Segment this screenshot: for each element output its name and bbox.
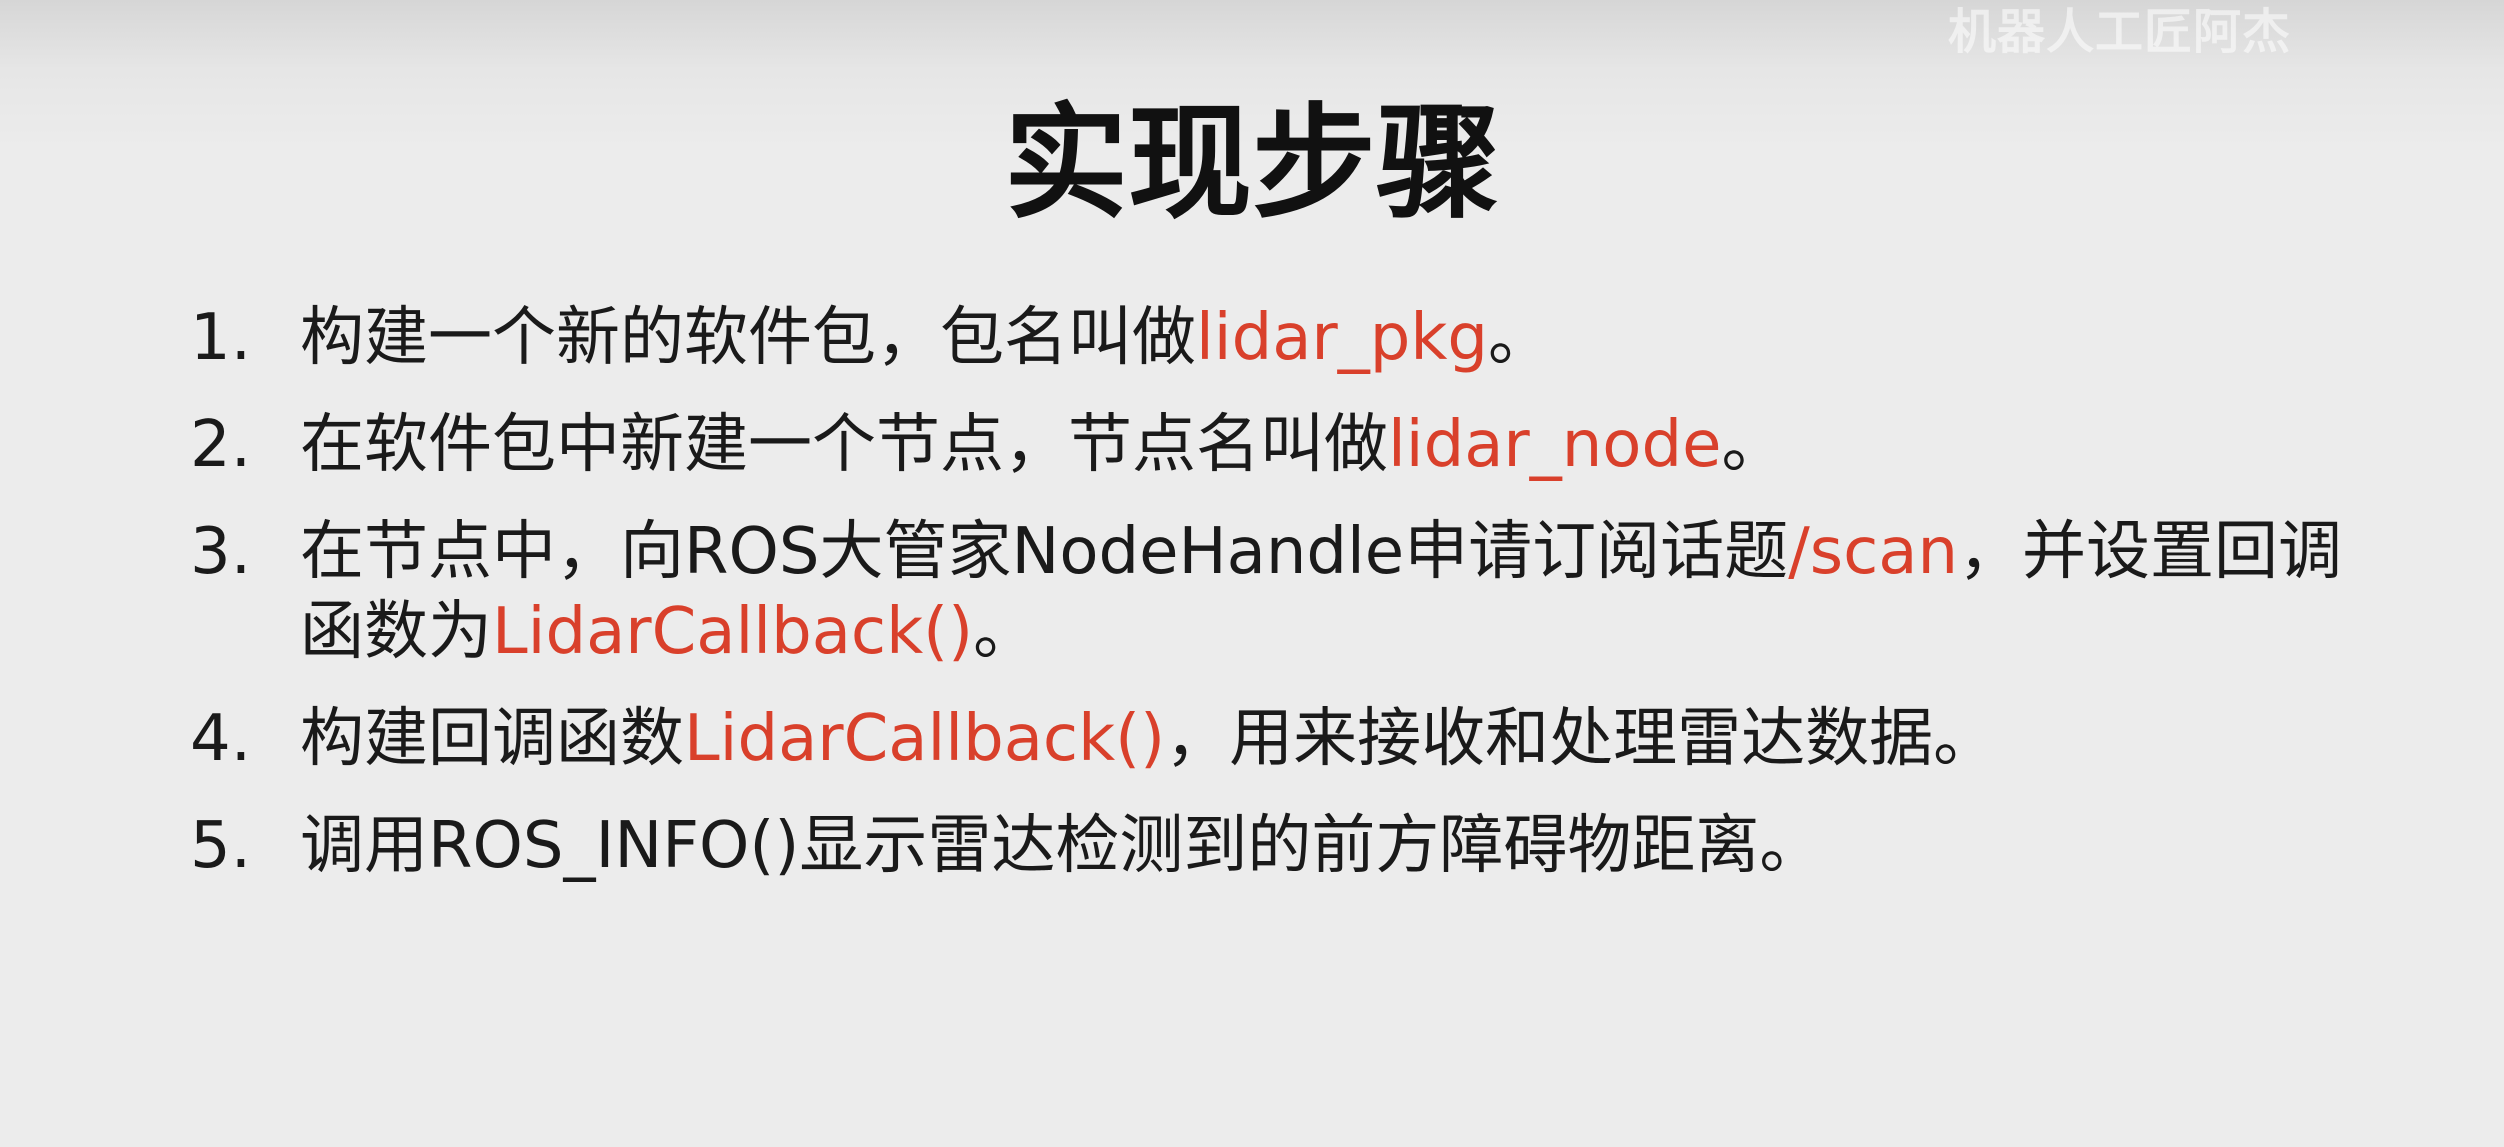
step-text-plain: 调用ROS_INFO()显示雷达检测到的前方障碍物距离。 [300,809,1824,883]
watermark: 机器人工匠阿杰 [1948,4,2292,60]
step-number: 1. [190,301,252,375]
step-highlight: LidarCallback() [492,595,974,669]
step-item: 1. 构建一个新的软件包，包名叫做lidar_pkg。 [190,298,2370,378]
step-text: 构建回调函数LidarCallback()，用来接收和处理雷达数据。 [300,699,2370,779]
step-text-plain: 。 [973,595,1038,669]
slide: 机器人工匠阿杰 实现步骤 1. 构建一个新的软件包，包名叫做lidar_pkg。… [0,0,2504,1147]
step-text: 在节点中，向ROS大管家NodeHandle申请订阅话题/scan，并设置回调函… [300,512,2370,672]
step-highlight: LidarCallback() [684,702,1166,776]
step-text-plain: 。 [1721,408,1786,482]
step-number: 2. [190,408,252,482]
steps-list: 1. 构建一个新的软件包，包名叫做lidar_pkg。 2. 在软件包中新建一个… [190,298,2370,913]
step-item: 2. 在软件包中新建一个节点，节点名叫做lidar_node。 [190,405,2370,485]
step-text-plain: 。 [1488,301,1553,375]
step-text-plain: ，用来接收和处理雷达数据。 [1165,702,1998,776]
step-text-plain: 构建回调函数 [300,702,684,776]
step-text-plain: 在软件包中新建一个节点，节点名叫做 [300,408,1388,482]
step-highlight: lidar_pkg [1196,301,1489,375]
step-text: 构建一个新的软件包，包名叫做lidar_pkg。 [300,298,2370,378]
step-text-plain: 构建一个新的软件包，包名叫做 [300,301,1196,375]
step-number: 3. [190,515,252,589]
step-text: 调用ROS_INFO()显示雷达检测到的前方障碍物距离。 [300,806,2370,886]
step-item: 3. 在节点中，向ROS大管家NodeHandle申请订阅话题/scan，并设置… [190,512,2370,672]
step-highlight: lidar_node [1388,408,1722,482]
slide-title: 实现步骤 [1003,92,1500,236]
step-number: 5. [190,809,252,883]
step-text-plain: 在节点中，向ROS大管家NodeHandle申请订阅话题 [300,515,1789,589]
step-text: 在软件包中新建一个节点，节点名叫做lidar_node。 [300,405,2370,485]
step-item: 4. 构建回调函数LidarCallback()，用来接收和处理雷达数据。 [190,699,2370,779]
step-highlight: /scan [1788,515,1959,589]
step-item: 5. 调用ROS_INFO()显示雷达检测到的前方障碍物距离。 [190,806,2370,886]
step-number: 4. [190,702,252,776]
